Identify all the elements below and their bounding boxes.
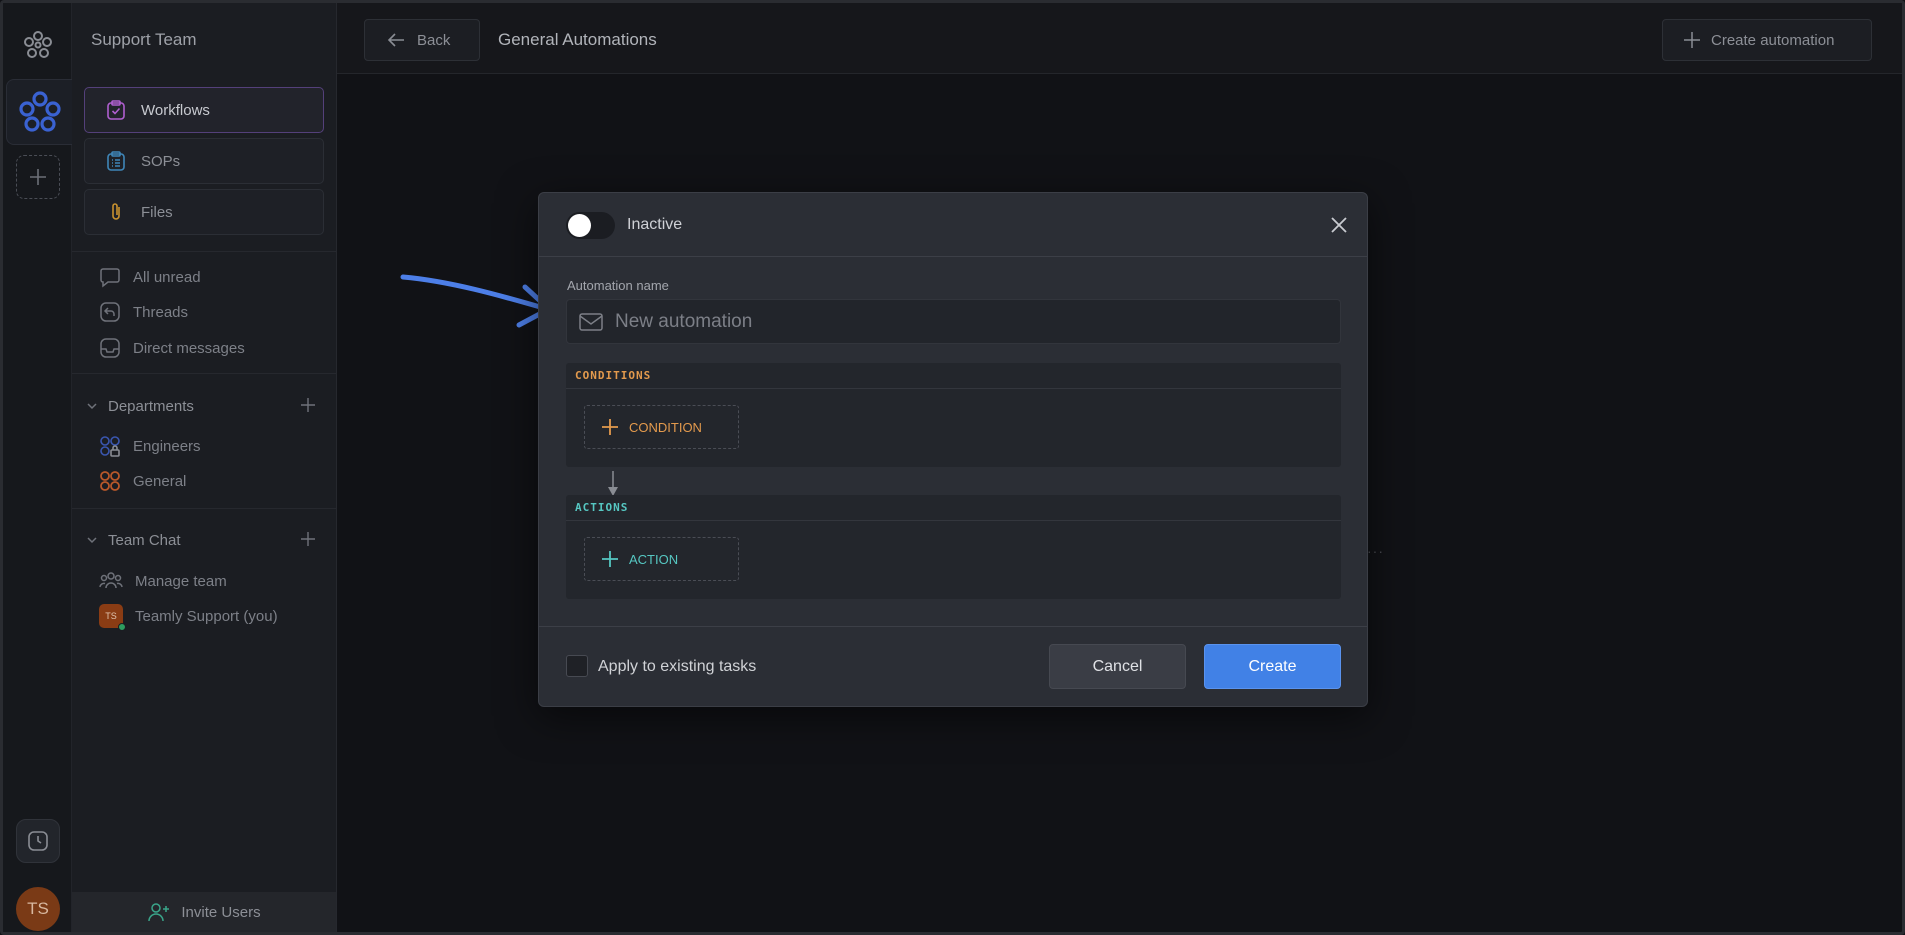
add-chat-icon[interactable]	[300, 531, 316, 547]
user-badge-initials: TS	[105, 611, 117, 621]
apply-existing-checkbox[interactable]	[566, 655, 588, 677]
active-workspace-button[interactable]	[6, 79, 72, 145]
modal-footer: Apply to existing tasks Cancel Create	[539, 626, 1367, 706]
chat-bubble-icon	[100, 268, 120, 288]
workspace-rail: TS	[3, 3, 72, 932]
sidebar-item-direct-messages[interactable]: Direct messages	[99, 336, 245, 360]
arrow-down-icon	[608, 471, 618, 496]
sidebar-item-engineers[interactable]: Engineers	[99, 434, 201, 458]
sidebar-card-sops[interactable]: SOPs	[84, 138, 324, 184]
plus-icon	[602, 551, 618, 567]
divider	[72, 251, 336, 252]
status-label: Inactive	[627, 216, 683, 233]
back-label: Back	[417, 31, 451, 49]
sidebar-item-all-unread[interactable]: All unread	[99, 265, 201, 289]
sidebar: Support Team Workflows SOPs Files All un…	[72, 3, 337, 932]
sidebar-card-label: Files	[141, 203, 173, 221]
annotation-arrow-icon	[400, 274, 552, 328]
sidebar-item-threads[interactable]: Threads	[99, 300, 188, 324]
sidebar-item-label: All unread	[133, 268, 201, 286]
sidebar-item-label: Engineers	[133, 437, 201, 455]
user-badge: TS	[99, 604, 126, 631]
section-title: Departments	[108, 397, 194, 415]
create-automation-button[interactable]: Create automation	[1662, 19, 1872, 61]
toggle-knob	[568, 214, 591, 237]
arrow-left-icon	[387, 33, 404, 47]
four-circles-icon	[100, 471, 120, 491]
user-plus-icon	[148, 903, 170, 922]
automation-name-input[interactable]	[615, 310, 1315, 333]
topbar: Back General Automations Create automati…	[337, 3, 1902, 74]
group-lock-icon	[100, 436, 120, 457]
plus-icon	[602, 419, 618, 435]
envelope-icon	[579, 312, 603, 331]
plus-icon	[1684, 32, 1700, 48]
section-title: Team Chat	[108, 531, 181, 549]
more-dots-icon: ···	[1367, 543, 1384, 559]
automation-name-field[interactable]	[566, 299, 1341, 344]
user-avatar[interactable]: TS	[16, 887, 60, 931]
add-condition-button[interactable]: CONDITION	[584, 405, 739, 449]
conditions-section: CONDITIONS CONDITION	[566, 363, 1341, 467]
reply-thread-icon	[100, 302, 120, 322]
create-button[interactable]: Create	[1204, 644, 1341, 689]
departments-header[interactable]: Departments	[86, 395, 316, 417]
workspace-logo-icon	[19, 91, 61, 132]
sidebar-card-workflows[interactable]: Workflows	[84, 87, 324, 133]
automation-name-label: Automation name	[567, 278, 669, 293]
divider	[72, 373, 336, 374]
team-title: Support Team	[91, 30, 197, 49]
invite-users-label: Invite Users	[181, 903, 261, 921]
cancel-button[interactable]: Cancel	[1049, 644, 1186, 689]
add-department-icon[interactable]	[300, 397, 316, 413]
actions-section: ACTIONS ACTION	[566, 495, 1341, 599]
list-clipboard-icon	[107, 151, 125, 171]
create-automation-label: Create automation	[1711, 31, 1835, 49]
add-condition-label: CONDITION	[629, 419, 702, 435]
apply-existing-label[interactable]: Apply to existing tasks	[598, 658, 756, 676]
add-workspace-button[interactable]	[16, 155, 60, 199]
modal-header: Inactive	[539, 193, 1367, 257]
sidebar-item-manage-team[interactable]: Manage team	[99, 569, 227, 593]
plus-icon	[30, 169, 46, 185]
sidebar-item-label: Teamly Support (you)	[135, 607, 278, 625]
online-status-dot	[118, 623, 126, 631]
sidebar-item-general[interactable]: General	[99, 469, 186, 493]
add-action-button[interactable]: ACTION	[584, 537, 739, 581]
sidebar-item-label: General	[133, 472, 187, 490]
invite-users-button[interactable]: Invite Users	[72, 892, 336, 932]
app-window: TS Support Team Workflows SOPs Files All…	[0, 0, 1905, 935]
team-chat-header[interactable]: Team Chat	[86, 529, 316, 551]
people-icon	[99, 572, 123, 589]
chevron-down-icon	[87, 537, 97, 544]
paperclip-icon	[112, 203, 120, 220]
sidebar-item-label: Manage team	[135, 572, 227, 590]
clipboard-check-icon	[107, 100, 125, 120]
active-toggle[interactable]	[566, 212, 615, 239]
actions-title: ACTIONS	[566, 495, 1341, 521]
add-action-label: ACTION	[629, 551, 679, 567]
app-logo-icon[interactable]	[22, 29, 54, 61]
chevron-down-icon	[87, 403, 97, 410]
back-button[interactable]: Back	[364, 19, 480, 61]
sidebar-item-label: Direct messages	[133, 339, 245, 357]
sidebar-item-teamly-support[interactable]: TS Teamly Support (you)	[99, 604, 278, 631]
create-automation-modal: Inactive Automation name CONDITIONS COND…	[538, 192, 1368, 707]
page-title: General Automations	[498, 30, 657, 49]
clock-icon	[28, 831, 48, 851]
sidebar-card-files[interactable]: Files	[84, 189, 324, 235]
inbox-icon	[100, 338, 120, 358]
history-button[interactable]	[16, 819, 60, 863]
sidebar-card-label: SOPs	[141, 152, 181, 170]
sidebar-card-label: Workflows	[141, 101, 210, 119]
conditions-title: CONDITIONS	[566, 363, 1341, 389]
divider	[72, 508, 336, 509]
close-icon[interactable]	[1329, 215, 1349, 235]
sidebar-item-label: Threads	[133, 303, 189, 321]
